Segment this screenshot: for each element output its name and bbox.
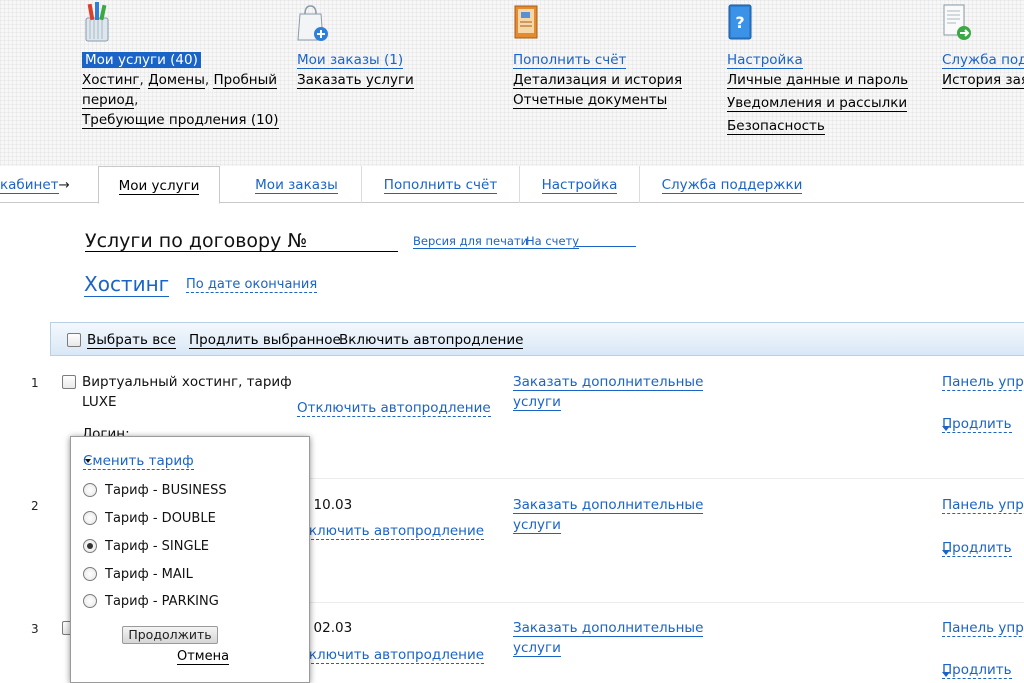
radio-button[interactable] [83, 483, 97, 497]
row-divider [300, 478, 1024, 479]
print-version-link[interactable]: Версия для печати [413, 234, 529, 249]
details-history-link[interactable]: Детализация и история [513, 72, 683, 89]
support-link[interactable]: Служба подд [942, 52, 1024, 69]
order-extra-services-link[interactable]: Заказать дополнительные услуги [513, 372, 704, 412]
renew-link[interactable]: Продлить [942, 540, 1012, 557]
order-extra-services-link[interactable]: Заказать дополнительные услуги [513, 495, 704, 535]
renew-link[interactable]: Продлить [942, 662, 1012, 679]
my-services-link[interactable]: Мои услуги (40) [82, 52, 201, 68]
balance-link[interactable]: На счету [526, 234, 580, 249]
row-divider [300, 602, 1024, 603]
radio-button[interactable] [83, 567, 97, 581]
radio-button-selected[interactable] [83, 539, 97, 553]
personal-data-link[interactable]: Личные данные и пароль [727, 72, 909, 89]
tab-my-services[interactable]: Мои услуги [98, 166, 220, 204]
dropdown-marker-icon [942, 550, 950, 555]
balance-value-underline [576, 246, 636, 247]
option-label: Тариф - DOUBLE [105, 511, 216, 526]
help-book-icon: ? [728, 4, 752, 40]
my-orders-link[interactable]: Мои заказы (1) [297, 52, 404, 69]
change-tariff-link[interactable]: Сменить тариф [83, 453, 194, 470]
order-extra-services-link[interactable]: Заказать дополнительные услуги [513, 618, 704, 658]
tab-label: Пополнить счёт [383, 177, 498, 194]
change-tariff-popup: Сменить тариф Тариф - BUSINESS Тариф - D… [70, 436, 310, 683]
trial-link[interactable]: Пробный [213, 72, 278, 89]
select-all-checkbox[interactable] [67, 333, 81, 347]
disable-autorenew-link[interactable]: Отключить автопродление [297, 400, 491, 417]
select-all-link[interactable]: Выбрать все [87, 332, 176, 349]
top-up-link[interactable]: Пополнить счёт [513, 52, 627, 69]
shopping-bag-icon [297, 5, 328, 41]
tab-support[interactable]: Служба поддержки [640, 166, 824, 203]
tab-top-up[interactable]: Пополнить счёт [362, 166, 520, 203]
tab-bar: кабинет→ Мои услуги Мои заказы Пополнить… [0, 166, 1024, 204]
page-title: Услуги по договору № [85, 230, 308, 252]
dropdown-marker-icon [942, 672, 950, 677]
support-document-icon [943, 4, 971, 40]
radio-button[interactable] [83, 594, 97, 608]
section-title-hosting[interactable]: Хостинг [84, 272, 170, 297]
svg-text:?: ? [735, 13, 744, 32]
invoice-book-icon [514, 5, 538, 39]
service-name: Виртуальный хостинг, тариф LUXE [82, 374, 292, 410]
breadcrumb-cabinet-link[interactable]: кабинет [0, 177, 59, 194]
security-link[interactable]: Безопасность [727, 118, 825, 135]
reports-link[interactable]: Отчетные документы [513, 92, 668, 109]
trial-period-link[interactable]: период [82, 92, 135, 109]
dropdown-marker-icon [942, 426, 950, 431]
enable-autorenew-link[interactable]: Включить автопродление [339, 332, 524, 349]
tab-label: Мои услуги [118, 178, 200, 195]
option-label: Тариф - PARKING [105, 594, 219, 609]
order-services-link[interactable]: Заказать услуги [297, 72, 414, 89]
control-panel-link[interactable]: Панель упра [942, 374, 1024, 391]
pencils-cup-icon [85, 2, 109, 42]
radio-button[interactable] [83, 511, 97, 525]
renewal-required-link[interactable]: Требующие продления (10) [82, 112, 279, 129]
control-panel-link[interactable]: Панель упра [942, 620, 1024, 637]
option-label: Тариф - MAIL [105, 567, 193, 582]
tab-settings[interactable]: Настройка [520, 166, 640, 203]
bulk-actions-bar: Выбрать все Продлить выбранное Включить … [50, 322, 1024, 356]
tab-label: Мои заказы [255, 177, 338, 194]
row-number: 3 [31, 622, 39, 636]
sort-by-date-link[interactable]: По дате окончания [186, 277, 318, 293]
cancel-link[interactable]: Отмена [177, 649, 230, 665]
continue-button[interactable]: Продолжить [122, 626, 218, 644]
settings-link[interactable]: Настройка [727, 52, 803, 69]
option-label: Тариф - BUSINESS [105, 483, 227, 498]
services-menu: Мои услуги (40) Хостинг, Домены, Пробный… [0, 0, 1024, 166]
row-number: 1 [31, 376, 39, 390]
requests-history-link[interactable]: История заяв [942, 72, 1024, 89]
domains-link[interactable]: Домены [148, 72, 205, 89]
option-label: Тариф - SINGLE [105, 539, 210, 554]
tab-my-orders[interactable]: Мои заказы [232, 166, 362, 203]
breadcrumb-arrow: → [58, 177, 70, 193]
row-checkbox[interactable] [62, 375, 76, 389]
hosting-link[interactable]: Хостинг [82, 72, 140, 89]
caret-down-icon [85, 459, 91, 463]
control-panel-link[interactable]: Панель упра [942, 497, 1024, 514]
breadcrumb: кабинет→ [0, 166, 70, 203]
tab-label: Служба поддержки [661, 177, 803, 194]
contract-number-underline [85, 251, 398, 252]
row-number: 2 [31, 499, 39, 513]
tab-label: Настройка [541, 177, 618, 194]
disable-autorenew-link[interactable]: тключить автопродление [301, 647, 485, 664]
notifications-link[interactable]: Уведомления и рассылки [727, 95, 908, 112]
renew-selected-link[interactable]: Продлить выбранное [189, 332, 341, 349]
renew-link[interactable]: Продлить [942, 416, 1012, 433]
disable-autorenew-link[interactable]: тключить автопродление [301, 523, 485, 540]
